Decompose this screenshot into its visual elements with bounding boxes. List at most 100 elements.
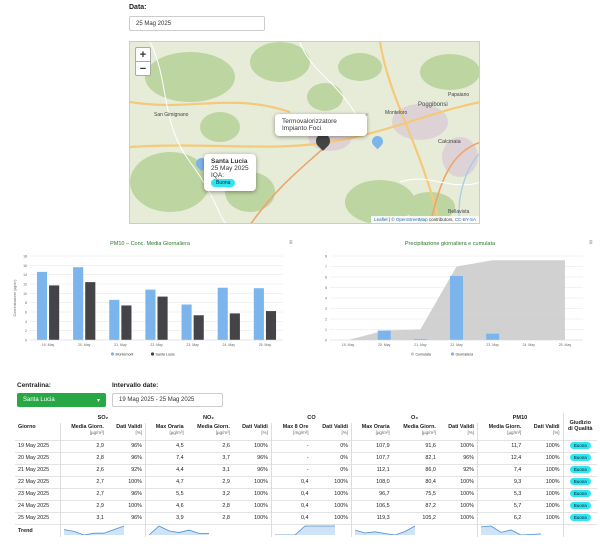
table-cell: 2,8 bbox=[59, 451, 107, 464]
column-header-unit: [µg/m³] bbox=[375, 430, 390, 435]
group-header: PM10 bbox=[512, 415, 528, 421]
bar bbox=[217, 287, 228, 340]
table-cell: 3,9 bbox=[144, 511, 187, 524]
chart1-menu-icon[interactable]: ≡ bbox=[289, 240, 293, 246]
bar bbox=[486, 333, 500, 340]
bar bbox=[193, 315, 204, 340]
table-cell: 100% bbox=[524, 511, 563, 524]
table-cell: 0,4 bbox=[270, 475, 312, 488]
y-tick-label: 7 bbox=[325, 265, 327, 269]
table-cell: 5,3 bbox=[476, 487, 525, 500]
date-input[interactable]: 25 Mag 2025 bbox=[129, 16, 265, 31]
table-cell: 2,8 bbox=[186, 499, 233, 512]
table-cell: 5,7 bbox=[476, 499, 525, 512]
table-cell: 105,2 bbox=[392, 511, 439, 524]
y-tick-label: 3 bbox=[325, 307, 327, 311]
table-cell: 106,5 bbox=[351, 499, 393, 512]
leaflet-link[interactable]: Leaflet bbox=[374, 217, 388, 222]
column-header: Max 8 Ore [mg/m³] bbox=[270, 423, 312, 440]
x-tick-label: 19. May bbox=[42, 343, 55, 347]
table-cell: 100% bbox=[438, 439, 478, 452]
zoom-in-button[interactable]: + bbox=[135, 47, 151, 62]
table-cell: 2,9 bbox=[59, 439, 107, 452]
bar bbox=[265, 311, 277, 340]
table-cell: 80,4 bbox=[392, 475, 439, 488]
bar bbox=[36, 271, 48, 340]
column-header-unit: [mg/m³] bbox=[293, 430, 309, 435]
quality-badge: Buona bbox=[569, 442, 591, 449]
x-tick-label: 23. May bbox=[486, 343, 499, 347]
station-select[interactable]: Santa Lucia ▾ bbox=[17, 393, 106, 407]
iqa-badge: Buona bbox=[211, 179, 236, 187]
column-header: Dati Validi [%] bbox=[233, 423, 272, 440]
column-header: Dati Validi [%] bbox=[107, 423, 146, 440]
table-cell: 4,6 bbox=[144, 499, 187, 512]
group-header: SO₂ bbox=[97, 415, 109, 421]
zoom-out-button[interactable]: − bbox=[135, 61, 151, 76]
plant-popup-title: Termovalorizzatore Impianto Foci bbox=[282, 118, 337, 132]
bar bbox=[449, 275, 464, 340]
osm-link[interactable]: © OpenStreetMap bbox=[391, 217, 427, 222]
trend-row: Trend bbox=[15, 523, 597, 537]
quality-badge: Buona bbox=[569, 490, 591, 497]
map[interactable]: + − Poggibonsi Papaiano Calcinaia Bellav… bbox=[129, 41, 480, 224]
legend-label: Santa Lucia bbox=[156, 352, 175, 356]
quality-cell: Buona bbox=[562, 499, 597, 512]
table-cell: 96% bbox=[232, 463, 272, 476]
y-tick-label: 6 bbox=[25, 311, 27, 315]
group-header: NO₂ bbox=[203, 415, 214, 421]
trend-sparkline bbox=[270, 523, 352, 537]
table-cell: 2,8 bbox=[186, 511, 233, 524]
table-cell: 82,1 bbox=[392, 451, 439, 464]
group-header: CO bbox=[307, 415, 316, 421]
pm10-chart: 0 2 4 6 8 10 12 14 16 18 Concentrazione (µg/m³) 19.… bbox=[13, 255, 283, 356]
table-cell: 7,4 bbox=[476, 463, 525, 476]
x-tick-label: 24. May bbox=[523, 343, 536, 347]
place-label: Monteloro bbox=[385, 110, 408, 116]
legend-marker bbox=[150, 352, 155, 356]
table-cell: 2,6 bbox=[59, 463, 107, 476]
table-cell: 100% bbox=[438, 475, 478, 488]
quality-cell: Buona bbox=[562, 439, 597, 452]
y-tick-label: 10 bbox=[23, 292, 27, 296]
station-popup-name: Santa Lucia bbox=[211, 158, 248, 165]
table-cell: 86,0 bbox=[392, 463, 439, 476]
column-header: Dati Validi [%] bbox=[524, 423, 563, 440]
y-tick-label: 2 bbox=[25, 329, 27, 333]
table-cell: 22 May 2025 bbox=[15, 475, 61, 488]
table-cell: 100% bbox=[524, 463, 563, 476]
column-header-unit: [%] bbox=[261, 430, 268, 435]
y-tick-label: 18 bbox=[23, 255, 27, 259]
x-tick-label: 24. May bbox=[223, 343, 236, 347]
table-cell: 3,1 bbox=[59, 511, 107, 524]
bar bbox=[121, 305, 132, 340]
quality-cell: Buona bbox=[562, 511, 597, 524]
chart2-menu-icon[interactable]: ≡ bbox=[589, 240, 593, 246]
table-cell: 3,7 bbox=[186, 451, 233, 464]
table-cell: 2,7 bbox=[59, 475, 107, 488]
table-cell: 100% bbox=[311, 475, 352, 488]
table-cell: 108,0 bbox=[351, 475, 393, 488]
interval-input[interactable]: 19 Mag 2025 - 25 Mag 2025 bbox=[112, 393, 223, 407]
table-cell: 96% bbox=[106, 451, 146, 464]
chart1-title: PM10 – Conc. Media Giornaliera bbox=[110, 241, 190, 247]
table-cell: 2,6 bbox=[186, 439, 233, 452]
column-header: Media Giorn. [µg/m³] bbox=[187, 423, 233, 440]
bar bbox=[109, 299, 120, 340]
table-row: 20 May 2025 2,8 96% 7,4 3,7 96% -0% 107,7 82,1 96… bbox=[15, 451, 597, 464]
table-cell: 6,2 bbox=[476, 511, 525, 524]
column-header: Dati Validi [%] bbox=[311, 423, 351, 440]
y-tick-label: 12 bbox=[23, 283, 27, 287]
bar bbox=[181, 304, 192, 340]
close-icon[interactable]: × bbox=[365, 112, 369, 119]
table-cell: 0,4 bbox=[270, 511, 312, 524]
bar bbox=[145, 289, 156, 340]
table-cell: 100% bbox=[232, 499, 272, 512]
column-header-unit: [µg/m³] bbox=[507, 430, 522, 435]
table-cell: 100% bbox=[524, 439, 563, 452]
table-cell: - bbox=[270, 463, 312, 476]
table-cell: 107,7 bbox=[351, 451, 393, 464]
table-row: 19 May 2025 2,9 96% 4,5 2,6 100% -0% 107,9 91,6 1… bbox=[15, 439, 597, 452]
x-tick-label: 25. May bbox=[259, 343, 272, 347]
license-link[interactable]: CC-BY-SA bbox=[455, 217, 476, 222]
